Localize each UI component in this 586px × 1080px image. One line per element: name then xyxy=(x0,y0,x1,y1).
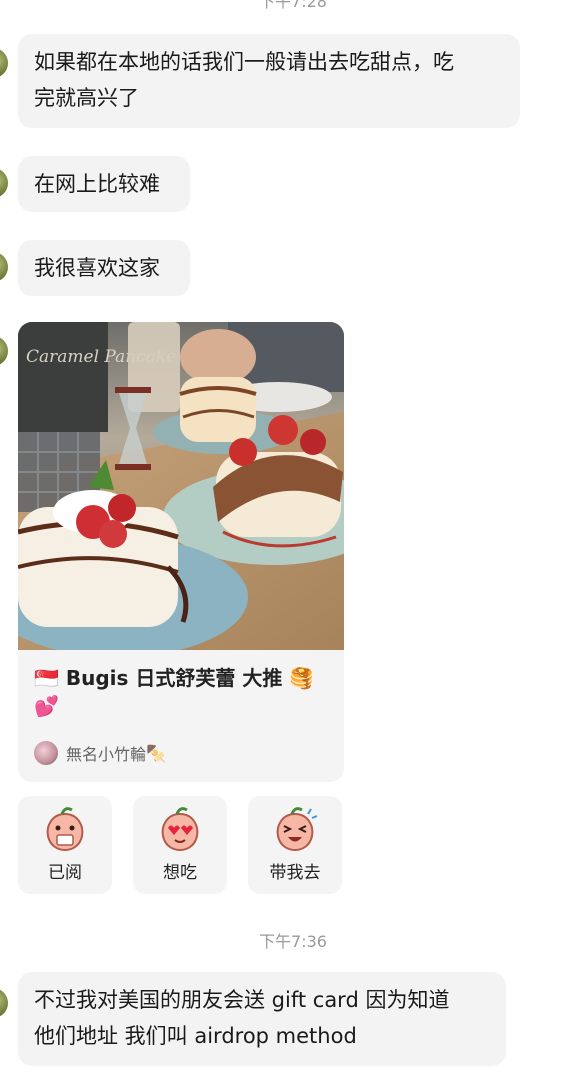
reaction-label: 已阅 xyxy=(48,863,82,883)
message-text-line: 完就高兴了 xyxy=(34,86,139,110)
timestamp-top: 下午7:28 xyxy=(259,0,327,11)
message-text: 我很喜欢这家 xyxy=(34,256,160,280)
contact-avatar[interactable] xyxy=(0,336,8,366)
peach-heart-eyes-icon xyxy=(161,807,199,852)
contact-avatar[interactable] xyxy=(0,168,8,198)
flag-icon: 🇸🇬 xyxy=(34,666,59,690)
reaction-sticker-take-me[interactable]: 带我去 xyxy=(248,796,342,894)
message-text: 在网上比较难 xyxy=(34,172,160,196)
message-bubble[interactable]: 不过我对美国的朋友会送 gift card 因为知道 他们地址 我们叫 aird… xyxy=(18,972,506,1066)
skewer-icon: 🍢 xyxy=(146,743,166,763)
message-bubble[interactable]: 在网上比较难 xyxy=(18,156,190,212)
timestamp-mid: 下午7:36 xyxy=(259,932,327,951)
shared-post-card[interactable]: Caramel Pancake 🇸🇬 Bugis 日式舒芙蕾 大推 🥞 💕 無名… xyxy=(18,322,344,782)
contact-avatar[interactable] xyxy=(0,252,8,282)
post-author[interactable]: 無名小竹輪 🍢 xyxy=(34,738,166,768)
peach-excited-icon xyxy=(276,807,318,852)
reaction-label: 带我去 xyxy=(269,863,321,883)
author-name: 無名小竹輪 xyxy=(66,745,147,764)
message-text-line: 如果都在本地的话我们一般请出去吃甜点，吃 xyxy=(34,50,454,74)
message-bubble[interactable]: 我很喜欢这家 xyxy=(18,240,190,296)
peach-ok-icon xyxy=(46,807,84,852)
reaction-sticker-ok[interactable]: 已阅 xyxy=(18,796,112,894)
contact-avatar[interactable] xyxy=(0,48,8,78)
author-avatar xyxy=(34,741,58,765)
hearts-icon: 💕 xyxy=(34,694,59,718)
reaction-label: 想吃 xyxy=(163,863,197,883)
post-title-text: Bugis 日式舒芙蕾 大推 xyxy=(65,666,283,690)
post-photo: Caramel Pancake xyxy=(18,322,344,650)
message-text-line: 不过我对美国的朋友会送 gift card 因为知道 xyxy=(34,988,450,1012)
post-title: 🇸🇬 Bugis 日式舒芙蕾 大推 🥞 💕 xyxy=(34,664,334,720)
message-bubble[interactable]: 如果都在本地的话我们一般请出去吃甜点，吃 完就高兴了 xyxy=(18,34,520,128)
reaction-sticker-want-eat[interactable]: 想吃 xyxy=(133,796,227,894)
message-text-line: 他们地址 我们叫 airdrop method xyxy=(34,1024,357,1048)
pancake-icon: 🥞 xyxy=(289,666,315,690)
contact-avatar[interactable] xyxy=(0,988,8,1018)
